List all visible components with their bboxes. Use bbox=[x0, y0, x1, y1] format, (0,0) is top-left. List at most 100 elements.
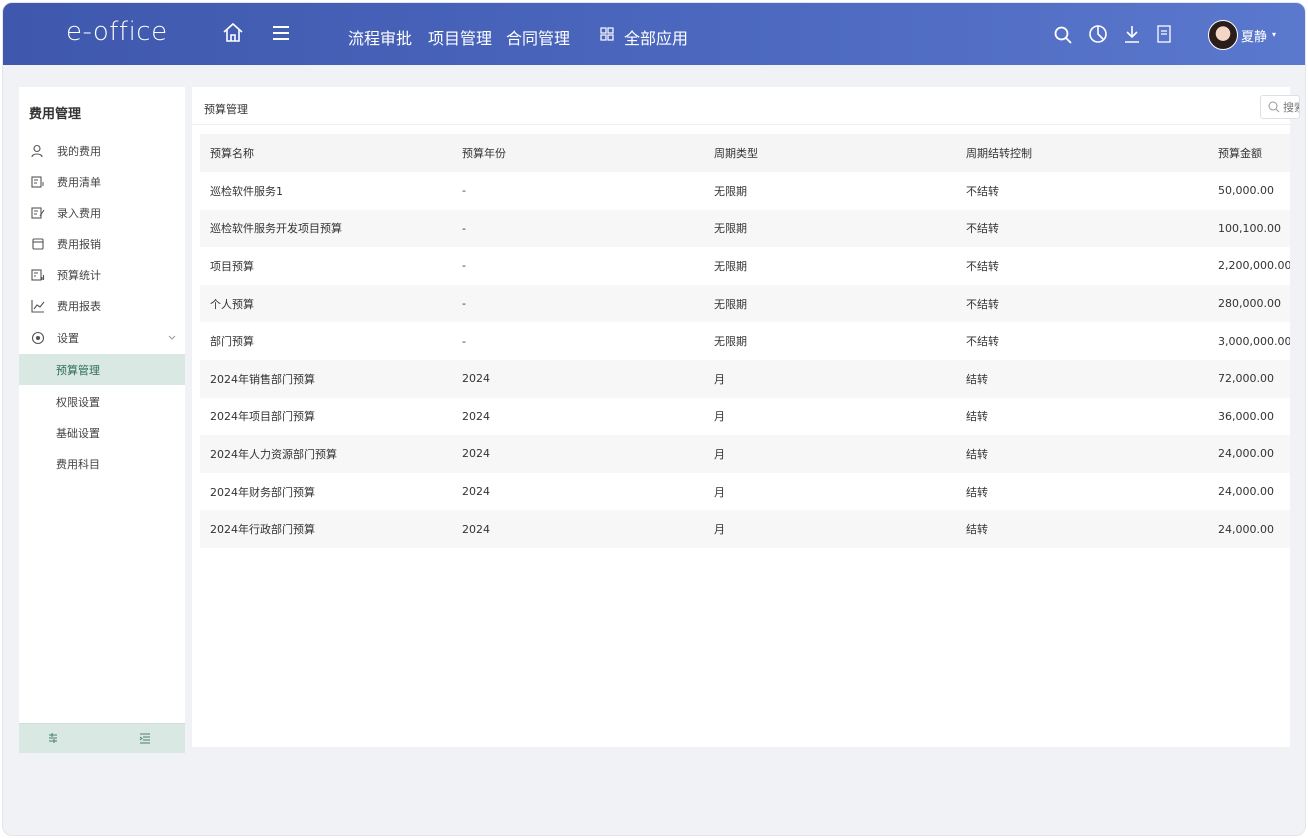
logo: e-office bbox=[66, 17, 168, 47]
sidebar: 费用管理 我的费用 费用清单 录入费用 费用报销 预算统计 费用报表 设置 预算… bbox=[19, 87, 185, 753]
sidebar-item-permission-settings[interactable]: 权限设置 bbox=[19, 386, 185, 417]
sidebar-item-expense-report[interactable]: 费用报表 bbox=[19, 290, 185, 321]
cell-year: 2024 bbox=[452, 435, 704, 473]
search-box[interactable] bbox=[1260, 95, 1300, 119]
expand-menu-icon[interactable] bbox=[139, 732, 151, 744]
cell-name: 2024年销售部门预算 bbox=[200, 359, 452, 398]
cell-name: 项目预算 bbox=[210, 259, 254, 273]
user-icon bbox=[31, 144, 45, 158]
cell-name: 2024年项目部门预算 bbox=[210, 410, 315, 424]
sidebar-item-label: 预算管理 bbox=[56, 363, 100, 377]
table-row[interactable]: 2024年财务部门预算 2024 月 结转 24,000.00 bbox=[200, 473, 1290, 511]
top-header: e-office 流程审批 项目管理 合同管理 全部应用 夏静 ▾ bbox=[3, 3, 1305, 65]
column-header-carryover[interactable]: 周期结转控制 bbox=[956, 134, 1208, 172]
cell-cycle-type: 无限期 bbox=[714, 259, 747, 273]
cell-amount: 24,000.00 bbox=[1208, 510, 1290, 548]
list-icon bbox=[31, 175, 45, 189]
sidebar-item-label: 费用清单 bbox=[57, 175, 101, 189]
sidebar-item-label: 权限设置 bbox=[56, 395, 100, 409]
cell-year: 2024 bbox=[452, 359, 704, 398]
chevron-down-icon[interactable]: ▾ bbox=[1272, 30, 1276, 39]
nav-project[interactable]: 项目管理 bbox=[428, 25, 492, 49]
cell-year: 2024 bbox=[452, 510, 704, 548]
cell-cycle-type: 月 bbox=[704, 510, 956, 548]
cell-name: 巡检软件服务1 bbox=[210, 184, 283, 198]
sidebar-item-budget-stats[interactable]: 预算统计 bbox=[19, 259, 185, 290]
cell-carryover: 结转 bbox=[956, 359, 1208, 398]
cell-year: 2024 bbox=[462, 485, 490, 499]
download-icon[interactable] bbox=[1122, 24, 1142, 44]
nav-all-apps[interactable]: 全部应用 bbox=[624, 25, 688, 49]
chevron-down-icon[interactable] bbox=[167, 332, 177, 342]
cell-cycle-type: 月 bbox=[714, 485, 725, 499]
sidebar-footer bbox=[19, 723, 185, 753]
sidebar-item-settings[interactable]: 设置 bbox=[19, 322, 185, 353]
search-icon[interactable] bbox=[1053, 25, 1073, 45]
column-header-name[interactable]: 预算名称 bbox=[200, 134, 452, 172]
apps-grid-icon[interactable] bbox=[600, 27, 614, 41]
table-row[interactable]: 2024年人力资源部门预算 2024 月 结转 24,000.00 bbox=[200, 435, 1290, 473]
cell-amount: 24,000.00 bbox=[1218, 485, 1274, 499]
sidebar-item-label: 设置 bbox=[57, 331, 79, 345]
table-row[interactable]: 2024年行政部门预算 2024 月 结转 24,000.00 bbox=[200, 510, 1290, 548]
table-row[interactable]: 2024年销售部门预算 2024 月 结转 72,000.00 bbox=[200, 359, 1290, 398]
sidebar-item-label: 基础设置 bbox=[56, 426, 100, 440]
cell-name: 个人预算 bbox=[200, 284, 452, 323]
nav-workflow[interactable]: 流程审批 bbox=[348, 25, 412, 49]
cell-year: - bbox=[462, 259, 466, 273]
cell-carryover: 结转 bbox=[966, 410, 988, 424]
cell-cycle-type: 月 bbox=[714, 410, 725, 424]
cell-year: - bbox=[462, 334, 466, 348]
edit-icon bbox=[31, 206, 45, 220]
sidebar-item-expense-list[interactable]: 费用清单 bbox=[19, 166, 185, 197]
cell-name: 2024年财务部门预算 bbox=[210, 485, 315, 499]
cell-amount: 100,100.00 bbox=[1208, 209, 1290, 248]
clock-pie-icon[interactable] bbox=[1088, 24, 1108, 44]
cell-name: 巡检软件服务开发项目预算 bbox=[200, 209, 452, 248]
sidebar-item-reimbursement[interactable]: 费用报销 bbox=[19, 228, 185, 259]
table-header-row: 预算名称 预算年份 周期类型 周期结转控制 预算金额 bbox=[200, 134, 1290, 172]
column-header-year[interactable]: 预算年份 bbox=[452, 134, 704, 172]
cell-year: - bbox=[452, 284, 704, 323]
cell-amount: 3,000,000.00 bbox=[1218, 334, 1290, 348]
column-header-amount[interactable]: 预算金额 bbox=[1208, 134, 1290, 172]
cell-cycle-type: 月 bbox=[704, 359, 956, 398]
budget-table: 预算名称 预算年份 周期类型 周期结转控制 预算金额 巡检软件服务1 - 无限期… bbox=[200, 134, 1290, 548]
cell-name: 2024年人力资源部门预算 bbox=[200, 435, 452, 473]
cell-carryover: 不结转 bbox=[966, 184, 999, 198]
sidebar-item-my-expense[interactable]: 我的费用 bbox=[19, 135, 185, 166]
table-row[interactable]: 巡检软件服务开发项目预算 - 无限期 不结转 100,100.00 bbox=[200, 209, 1290, 248]
home-icon[interactable] bbox=[221, 21, 245, 45]
sidebar-item-basic-settings[interactable]: 基础设置 bbox=[19, 417, 185, 448]
cell-cycle-type: 月 bbox=[704, 435, 956, 473]
table-row[interactable]: 项目预算 - 无限期 不结转 2,200,000.00 bbox=[200, 247, 1290, 285]
sidebar-item-label: 费用报表 bbox=[57, 299, 101, 313]
cell-carryover: 结转 bbox=[956, 510, 1208, 548]
sidebar-item-enter-expense[interactable]: 录入费用 bbox=[19, 197, 185, 228]
user-name[interactable]: 夏静 bbox=[1241, 26, 1267, 45]
cell-carryover: 结转 bbox=[956, 435, 1208, 473]
avatar[interactable] bbox=[1208, 20, 1238, 50]
sidebar-item-expense-subjects[interactable]: 费用科目 bbox=[19, 448, 185, 479]
cell-amount: 36,000.00 bbox=[1218, 409, 1274, 423]
table-row[interactable]: 巡检软件服务1 - 无限期 不结转 50,000.00 bbox=[200, 172, 1290, 210]
sidebar-title: 费用管理 bbox=[29, 107, 82, 122]
cell-name: 部门预算 bbox=[210, 335, 254, 349]
cell-cycle-type: 无限期 bbox=[714, 335, 747, 349]
table-row[interactable]: 2024年项目部门预算 2024 月 结转 36,000.00 bbox=[200, 398, 1290, 436]
cell-carryover: 不结转 bbox=[966, 259, 999, 273]
menu-icon[interactable] bbox=[269, 21, 293, 45]
column-header-cycle-type[interactable]: 周期类型 bbox=[704, 134, 956, 172]
table-row[interactable]: 部门预算 - 无限期 不结转 3,000,000.00 bbox=[200, 322, 1290, 360]
nav-contract[interactable]: 合同管理 bbox=[506, 25, 570, 49]
cell-cycle-type: 无限期 bbox=[704, 284, 956, 323]
table-row[interactable]: 个人预算 - 无限期 不结转 280,000.00 bbox=[200, 284, 1290, 323]
document-icon[interactable] bbox=[1155, 24, 1173, 44]
cell-cycle-type: 无限期 bbox=[714, 184, 747, 198]
cell-year: - bbox=[452, 209, 704, 248]
sidebar-item-budget-management[interactable]: 预算管理 bbox=[19, 354, 185, 385]
collapse-menu-icon[interactable] bbox=[47, 732, 59, 744]
sidebar-item-label: 费用科目 bbox=[56, 457, 100, 471]
stats-icon bbox=[31, 268, 45, 282]
search-input[interactable] bbox=[1283, 99, 1299, 115]
